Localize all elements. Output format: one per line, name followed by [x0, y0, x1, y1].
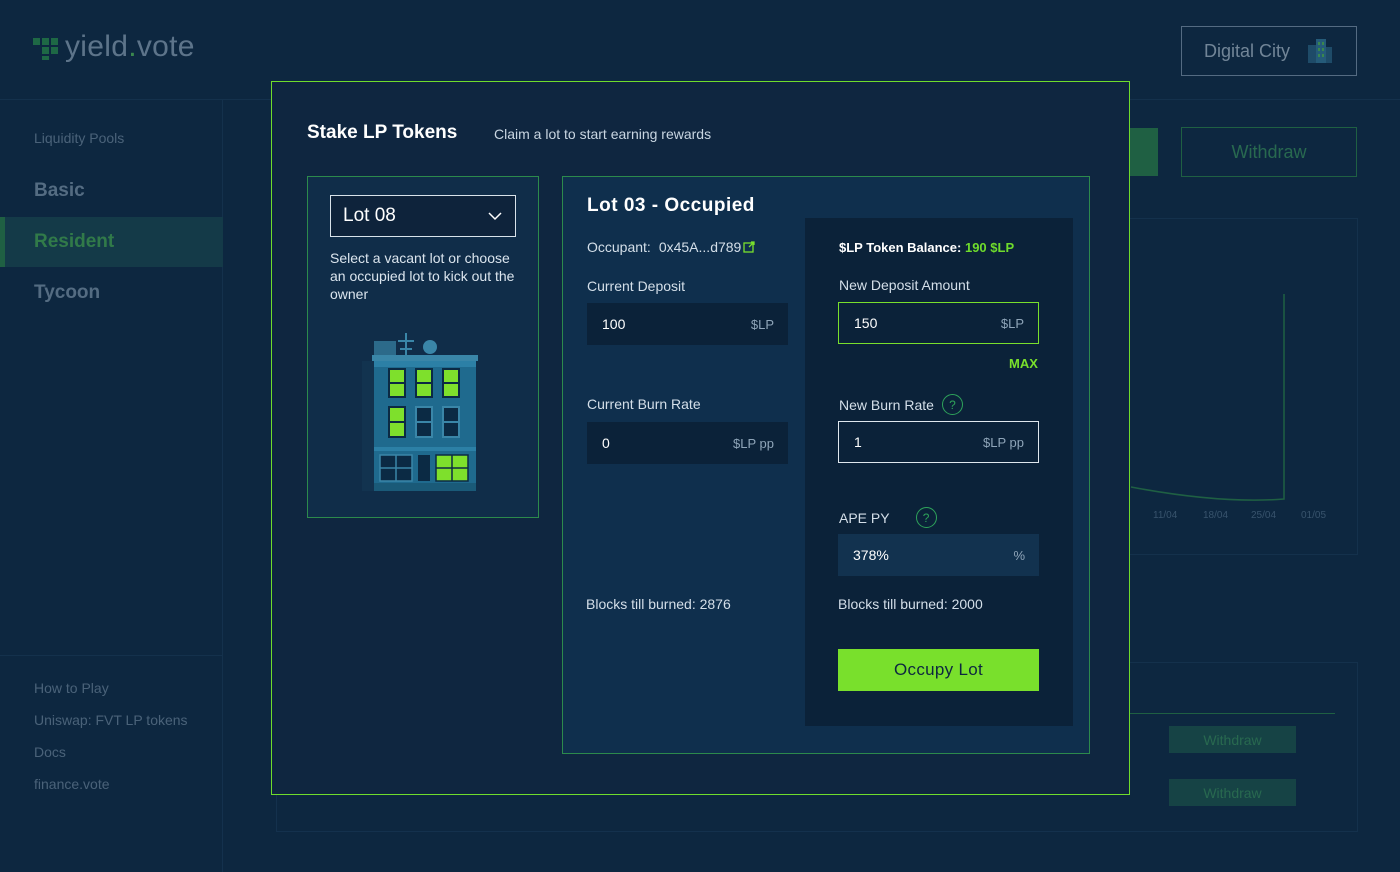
sidebar-item-basic[interactable]: Basic: [0, 166, 223, 216]
max-button[interactable]: MAX: [1009, 356, 1038, 371]
apepy-field: 378% %: [838, 534, 1039, 576]
withdraw-button[interactable]: Withdraw: [1181, 127, 1357, 177]
blocks-till-burned-new: Blocks till burned: 2000: [838, 596, 983, 612]
link-finance-vote[interactable]: finance.vote: [34, 776, 110, 792]
rewards-chart: 11/04 18/04 25/04 01/05: [1100, 218, 1358, 555]
current-deposit-value: 100: [602, 316, 626, 332]
logo[interactable]: yield.vote: [33, 30, 195, 64]
chart-tick: 25/04: [1251, 510, 1276, 521]
lot-select-panel: Lot 08 Select a vacant lot or choose an …: [307, 176, 539, 518]
occupy-lot-button[interactable]: Occupy Lot: [838, 649, 1039, 691]
sidebar-item-tycoon[interactable]: Tycoon: [0, 268, 223, 318]
lp-balance-value: 190 $LP: [964, 240, 1015, 255]
new-deposit-input[interactable]: 150 $LP: [838, 302, 1039, 344]
new-deposit-label: New Deposit Amount: [839, 277, 970, 293]
link-uniswap-lp[interactable]: Uniswap: FVT LP tokens: [34, 712, 188, 728]
current-deposit-label: Current Deposit: [587, 278, 686, 294]
current-burn-field: 0 $LP pp: [587, 422, 788, 464]
sidebar: Liquidity Pools Basic Resident Tycoon Ho…: [0, 100, 223, 872]
current-burn-label: Current Burn Rate: [587, 396, 701, 412]
apepy-unit: %: [1013, 547, 1025, 563]
apepy-value: 378%: [853, 547, 889, 563]
lp-balance-label: $LP Token Balance:: [839, 240, 962, 255]
chart-tick: 11/04: [1153, 510, 1178, 521]
new-stake-panel: $LP Token Balance: 190 $LP New Deposit A…: [805, 218, 1073, 726]
question-icon[interactable]: ?: [915, 507, 937, 528]
apepy-label-row: APE PY ?: [839, 507, 937, 528]
chart-plot: 11/04 18/04 25/04 01/05: [1130, 294, 1326, 521]
current-deposit-field: 100 $LP: [587, 303, 788, 345]
apepy-label: APE PY: [839, 509, 890, 526]
new-burn-value: 1: [854, 434, 862, 450]
chart-tick: 01/05: [1301, 510, 1326, 521]
sidebar-item-resident[interactable]: Resident: [0, 217, 223, 267]
chart-tick: 18/04: [1203, 510, 1228, 521]
building-illustration: [362, 333, 478, 491]
lp-balance: $LP Token Balance: 190 $LP: [839, 240, 1014, 255]
lot-dropdown[interactable]: Lot 08: [330, 195, 516, 237]
occupant-label: Occupant:: [587, 239, 651, 255]
occupant-address[interactable]: 0x45A...d789: [659, 239, 742, 255]
current-deposit-unit: $LP: [750, 316, 774, 332]
new-burn-input[interactable]: 1 $LP pp: [838, 421, 1039, 463]
city-building-icon: [1308, 39, 1333, 63]
lot-dropdown-value: Lot 08: [343, 205, 396, 226]
blocks-till-burned-current: Blocks till burned: 2876: [586, 596, 731, 612]
new-burn-label-row: New Burn Rate ?: [839, 394, 963, 415]
new-burn-unit: $LP pp: [983, 434, 1024, 450]
current-burn-value: 0: [602, 435, 610, 451]
question-icon[interactable]: ?: [941, 394, 963, 415]
external-link-icon[interactable]: [743, 241, 755, 253]
lot-details-panel: Lot 03 - Occupied Occupant: 0x45A...d789…: [562, 176, 1090, 754]
new-deposit-value: 150: [854, 315, 878, 331]
table-row-withdraw-button[interactable]: Withdraw: [1169, 726, 1296, 753]
sidebar-section-title: Liquidity Pools: [34, 130, 125, 146]
new-deposit-unit: $LP: [1000, 315, 1024, 331]
city-label: Digital City: [1203, 40, 1291, 61]
sidebar-divider: [0, 655, 223, 656]
logo-icon: [33, 34, 59, 60]
modal-title: Stake LP Tokens: [307, 122, 458, 143]
modal-subtitle: Claim a lot to start earning rewards: [494, 126, 712, 142]
link-docs[interactable]: Docs: [34, 744, 66, 760]
new-burn-label: New Burn Rate: [839, 396, 934, 413]
link-how-to-play[interactable]: How to Play: [34, 680, 109, 696]
city-selector-button[interactable]: Digital City: [1181, 26, 1357, 76]
lot-title: Lot 03 - Occupied: [587, 195, 755, 216]
lot-help-text: Select a vacant lot or choose an occupie…: [330, 250, 515, 302]
stake-modal: Stake LP Tokens Claim a lot to start ear…: [271, 81, 1130, 795]
table-row-withdraw-button[interactable]: Withdraw: [1169, 779, 1296, 806]
logo-text: yield.vote: [65, 30, 195, 63]
chevron-down-icon: [488, 212, 502, 221]
current-burn-unit: $LP pp: [733, 435, 774, 451]
occupant-row: Occupant: 0x45A...d789: [587, 239, 755, 255]
